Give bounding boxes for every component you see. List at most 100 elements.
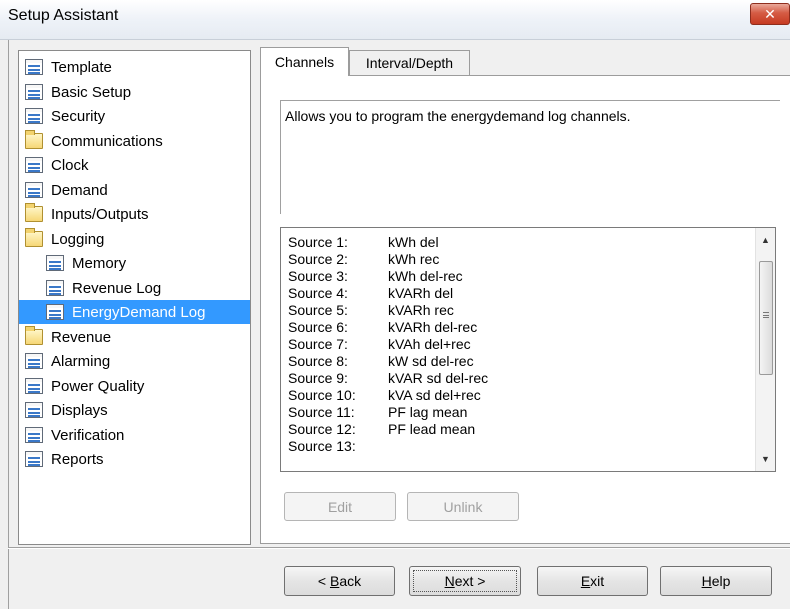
document-icon (25, 84, 43, 100)
channel-value: PF lag mean (388, 404, 468, 420)
description-box: Allows you to program the energydemand l… (280, 100, 780, 214)
tree-item[interactable]: Basic Setup (25, 80, 131, 104)
channel-row[interactable]: Source 13: (288, 438, 388, 455)
tree-item-label: Revenue Log (72, 279, 162, 297)
scroll-grip-icon (763, 312, 769, 318)
tree-item-label: Inputs/Outputs (51, 205, 149, 223)
tree-item[interactable]: Memory (46, 251, 126, 275)
channel-source: Source 4: (288, 285, 348, 301)
channel-row[interactable]: Source 1: kWh del (288, 234, 439, 251)
next-button[interactable]: Next > (409, 566, 521, 596)
document-icon (25, 353, 43, 369)
tree-item[interactable]: Inputs/Outputs (25, 202, 149, 226)
folder-icon (25, 130, 43, 149)
channel-source: Source 12: (288, 421, 356, 437)
channel-value: kVARh del (388, 285, 454, 301)
tree-item[interactable]: Communications (25, 129, 163, 153)
channel-row[interactable]: Source 12: PF lead mean (288, 421, 475, 438)
channel-row[interactable]: Source 3: kWh del-rec (288, 268, 463, 285)
title-bar: Setup Assistant ✕ (0, 0, 790, 40)
channel-row[interactable]: Source 6: kVARh del-rec (288, 319, 477, 336)
tree-item[interactable]: Template (25, 55, 112, 79)
close-icon: ✕ (764, 6, 776, 22)
tree-item[interactable]: Demand (25, 178, 108, 202)
channel-value: kW sd del-rec (388, 353, 474, 369)
unlink-button[interactable]: Unlink (407, 492, 519, 521)
channel-value: kWh del (388, 234, 439, 250)
back-button[interactable]: < Back (284, 566, 395, 596)
document-icon (25, 427, 43, 443)
channel-source: Source 7: (288, 336, 348, 352)
tree-item-label: Communications (51, 132, 163, 150)
channel-row[interactable]: Source 11: PF lag mean (288, 404, 467, 421)
scroll-up-icon[interactable]: ▲ (756, 230, 775, 250)
tree-item[interactable]: Logging (25, 227, 104, 251)
exit-button[interactable]: Exit (537, 566, 648, 596)
tree-item-label: Clock (51, 156, 89, 174)
scroll-thumb[interactable] (759, 261, 773, 375)
channel-list[interactable]: Source 13: Source 12: PF lead mean Source 1… (280, 227, 776, 472)
tree-item-label: EnergyDemand Log (72, 303, 206, 321)
channel-row[interactable]: Source 7: kVAh del+rec (288, 336, 471, 353)
channel-row[interactable]: Source 2: kWh rec (288, 251, 439, 268)
channel-row[interactable]: Source 5: kVARh rec (288, 302, 454, 319)
edit-button[interactable]: Edit (284, 492, 396, 521)
tree-item[interactable]: EnergyDemand Log (19, 300, 250, 324)
document-icon (25, 108, 43, 124)
channel-value: kWh del-rec (388, 268, 463, 284)
tree-item-label: Reports (51, 450, 104, 468)
tree-item[interactable]: Revenue Log (46, 276, 161, 300)
channel-source: Source 9: (288, 370, 348, 386)
tree-item[interactable]: Clock (25, 153, 89, 177)
tree-item-label: Security (51, 107, 106, 125)
scroll-down-icon[interactable]: ▼ (756, 449, 775, 469)
window-title: Setup Assistant (8, 7, 119, 24)
document-icon (25, 182, 43, 198)
tab-channels-label: Channels (274, 54, 335, 70)
document-icon (25, 451, 43, 467)
document-icon (46, 255, 64, 271)
channel-value: kWh rec (388, 251, 440, 267)
help-button-label: Help (701, 573, 731, 589)
tree-item-label: Memory (72, 254, 127, 272)
edit-button-label: Edit (327, 498, 353, 515)
channel-row[interactable]: Source 9: kVAR sd del-rec (288, 370, 488, 387)
channel-value: kVARh rec (388, 302, 454, 318)
close-button[interactable]: ✕ (750, 3, 790, 25)
tree-item-label: Logging (51, 230, 105, 248)
channel-row[interactable]: Source 10: kVA sd del+rec (288, 387, 481, 404)
channel-value: kVA sd del+rec (388, 387, 481, 403)
channel-value: kVAh del+rec (388, 336, 471, 352)
tree-item[interactable]: Alarming (25, 349, 110, 373)
document-icon (25, 59, 43, 75)
setup-tree[interactable]: Template Basic Setup Security Communication… (18, 50, 251, 545)
channel-source: Source 6: (288, 319, 348, 335)
tree-item-label: Power Quality (51, 377, 145, 395)
help-button[interactable]: Help (660, 566, 772, 596)
tab-interval-depth[interactable]: Interval/Depth (349, 50, 470, 75)
folder-icon (25, 228, 43, 247)
tree-item[interactable]: Verification (25, 423, 124, 447)
next-button-label: Next > (444, 573, 486, 589)
tree-item[interactable]: Reports (25, 447, 104, 471)
folder-icon (25, 203, 43, 222)
list-scrollbar[interactable]: ▲ ▼ (755, 228, 775, 471)
channel-source: Source 5: (288, 302, 348, 318)
tree-item[interactable]: Security (25, 104, 105, 128)
channel-source: Source 8: (288, 353, 348, 369)
document-icon (25, 402, 43, 418)
tab-interval-depth-label: Interval/Depth (365, 55, 454, 71)
channel-source: Source 3: (288, 268, 348, 284)
tree-item[interactable]: Power Quality (25, 374, 144, 398)
description-text: Allows you to program the energydemand l… (285, 108, 631, 124)
channel-row[interactable]: Source 8: kW sd del-rec (288, 353, 474, 370)
exit-button-label: Exit (580, 573, 605, 589)
tree-item[interactable]: Revenue (25, 325, 111, 349)
channel-source: Source 10: (288, 387, 356, 403)
folder-icon (25, 326, 43, 345)
tree-item[interactable]: Displays (25, 398, 108, 422)
tree-item-label: Verification (51, 426, 125, 444)
channel-row[interactable]: Source 4: kVARh del (288, 285, 453, 302)
document-icon (46, 304, 64, 320)
tab-channels[interactable]: Channels (260, 47, 349, 76)
